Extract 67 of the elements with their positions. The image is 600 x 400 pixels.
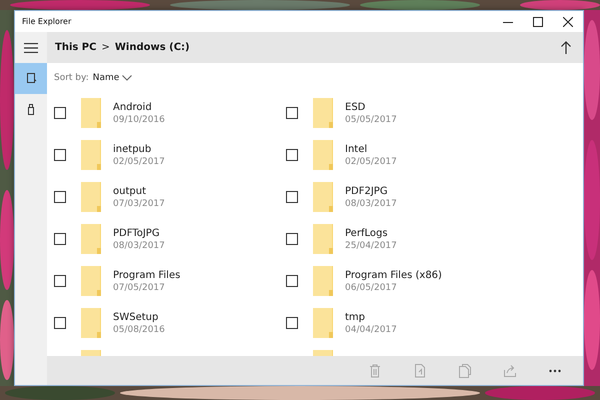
drive-icon [26,73,36,84]
menu-icon [24,42,38,52]
folder-date: 08/03/2017 [345,198,397,208]
checkbox[interactable] [286,275,298,287]
usb-drive-icon [26,104,36,115]
checkbox[interactable] [54,317,66,329]
folder-icon [313,266,333,296]
folder-date: 08/03/2017 [113,240,165,250]
folder-name[interactable]: PDF2JPG [345,186,397,196]
checkbox[interactable] [286,149,298,161]
folder-date: 09/10/2016 [113,114,165,124]
folder-date: 25/04/2017 [345,240,397,250]
folder-icon [313,182,333,212]
folder-name[interactable]: inetpub [113,144,165,154]
folder-name[interactable]: ESD [345,102,397,112]
folder-name[interactable]: PDFToJPG [113,228,165,238]
checkbox[interactable] [286,233,298,245]
up-button[interactable] [561,41,571,54]
folder-name[interactable]: Program Files (x86) [345,270,442,280]
folder-name[interactable]: Intel [345,144,397,154]
checkbox[interactable] [54,191,66,203]
folder-icon [313,98,333,128]
folder-date: 04/04/2017 [345,324,397,334]
sort-label: Sort by: [54,72,89,82]
folder-name[interactable]: Android [113,102,165,112]
document-icon [414,364,426,378]
checkbox[interactable] [54,275,66,287]
sort-dropdown[interactable]: Name [92,72,132,82]
sidebar-item[interactable] [15,63,47,94]
folder-name[interactable]: PerfLogs [345,228,397,238]
folder-icon [81,140,101,170]
folder-date: 05/08/2016 [113,324,165,334]
folder-icon [81,224,101,254]
folder-icon [81,182,101,212]
folder-icon [81,98,101,128]
folder-date: 06/05/2017 [345,282,398,292]
checkbox[interactable] [286,317,298,329]
folder-icon [313,224,333,254]
checkbox[interactable] [54,107,66,119]
folder-date: 05/05/2017 [345,114,397,124]
chevron-down-icon [122,74,132,80]
folder-icon [81,308,101,338]
folder-name[interactable]: tmp [345,312,397,322]
share-icon [504,364,516,378]
folder-name[interactable]: Program Files [113,270,180,280]
checkbox[interactable] [286,191,298,203]
checkbox[interactable] [54,149,66,161]
close-icon [563,16,573,26]
window-title: File Explorer [22,17,72,26]
checkbox[interactable] [286,107,298,119]
folder-icon [313,140,333,170]
folder-date: 02/05/2017 [113,156,165,166]
folder-icon [81,266,101,296]
copy-icon [458,364,470,378]
folder-name[interactable]: output [113,186,165,196]
breadcrumb[interactable]: Windows (C:) [114,42,190,53]
trash-icon [368,364,380,378]
folder-date: 02/05/2017 [345,156,397,166]
folder-date: 07/05/2017 [113,282,166,292]
breadcrumb-separator: > [101,42,110,53]
maximize-icon [533,16,543,26]
folder-icon [313,308,333,338]
breadcrumb[interactable]: This PC [55,42,96,53]
checkbox[interactable] [54,233,66,245]
up-arrow-icon [561,41,571,54]
folder-date: 07/03/2017 [113,198,165,208]
folder-name[interactable]: SWSetup [113,312,165,322]
